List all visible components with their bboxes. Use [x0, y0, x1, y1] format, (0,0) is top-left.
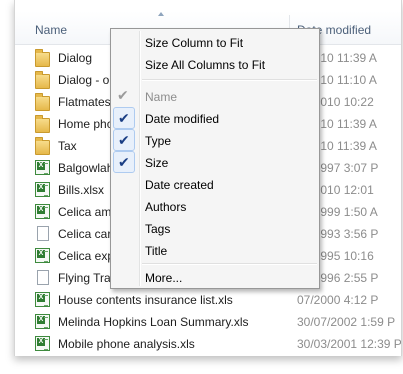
excel-file-icon: X: [35, 248, 50, 263]
file-row[interactable]: X Mobile phone analysis.xls 30/03/2001 12:…: [15, 333, 401, 355]
menu-item-column-title[interactable]: Title: [111, 239, 319, 261]
excel-file-icon: X: [35, 336, 50, 351]
excel-file-icon: X: [35, 314, 50, 329]
menu-item-column-name: ✔ Name: [111, 85, 319, 107]
excel-file-icon: X: [35, 292, 50, 307]
menu-item-column-type[interactable]: ✔ Type: [111, 129, 319, 151]
file-date-modified: 07/2000 4:12 P: [297, 293, 379, 307]
menu-item-label: Title: [145, 244, 168, 258]
file-row[interactable]: X House contents insurance list.xls 07/200…: [15, 289, 401, 311]
checkmark-icon: ✔: [113, 151, 135, 173]
menu-item-size-column-to-fit[interactable]: Size Column to Fit: [111, 31, 319, 53]
checkmark-icon: ✔: [113, 129, 135, 151]
menu-item-label: Date modified: [145, 112, 220, 126]
file-name: Melinda Hopkins Loan Summary.xls: [58, 315, 249, 329]
file-date-modified: 30/03/2001 12:39 P: [297, 337, 402, 351]
file-date-modified: 30/07/2002 1:59 P: [297, 315, 396, 329]
checkmark-icon: ✔: [117, 87, 129, 103]
menu-item-column-date-modified[interactable]: ✔ Date modified: [111, 107, 319, 129]
file-name: House contents insurance list.xls: [58, 293, 233, 307]
menu-item-column-date-created[interactable]: Date created: [111, 173, 319, 195]
menu-item-label: Authors: [145, 200, 187, 214]
folder-icon: [35, 115, 50, 133]
menu-item-label: Size: [145, 156, 169, 170]
excel-file-icon: X: [35, 160, 50, 175]
file-name: Dialog: [58, 51, 93, 65]
sort-ascending-icon: [158, 12, 164, 16]
file-name: Flatmates,: [58, 95, 115, 109]
folder-icon: [35, 71, 50, 89]
excel-file-icon: X: [35, 204, 50, 219]
file-name: Dialog - o: [58, 73, 110, 87]
file-name: Flying Tra: [58, 271, 111, 285]
menu-separator: [142, 263, 317, 265]
folder-icon: [35, 137, 50, 155]
column-context-menu: Size Column to Fit Size All Columns to F…: [110, 28, 320, 289]
file-row[interactable]: X Melinda Hopkins Loan Summary.xls 30/07/2…: [15, 311, 401, 333]
excel-file-icon: X: [35, 182, 50, 197]
file-name: Home phc: [58, 117, 113, 131]
menu-separator: [142, 79, 317, 81]
menu-item-more[interactable]: More...: [111, 266, 319, 288]
menu-item-column-authors[interactable]: Authors: [111, 195, 319, 217]
menu-item-label: Size All Columns to Fit: [145, 58, 266, 72]
checkmark-icon: ✔: [113, 107, 135, 129]
file-name: Mobile phone analysis.xls: [58, 337, 195, 351]
file-name: Balgowlah: [58, 161, 114, 175]
menu-item-label: Date created: [145, 178, 214, 192]
menu-item-label: Size Column to Fit: [145, 36, 244, 50]
folder-icon: [35, 93, 50, 111]
file-row[interactable]: XPhil periodic payment.xls14/04/2001 3:2…: [15, 355, 401, 356]
menu-item-column-size[interactable]: ✔ Size: [111, 151, 319, 173]
document-icon: [37, 270, 49, 285]
file-name: Tax: [58, 139, 77, 153]
document-icon: [37, 226, 49, 241]
menu-item-label: Tags: [145, 222, 171, 236]
folder-icon: [35, 49, 50, 67]
menu-item-label: More...: [145, 271, 183, 285]
menu-item-size-all-columns-to-fit[interactable]: Size All Columns to Fit: [111, 53, 319, 75]
file-name: Bills.xlsx: [58, 183, 105, 197]
menu-item-label: Type: [145, 134, 172, 148]
menu-item-column-tags[interactable]: Tags: [111, 217, 319, 239]
menu-item-label: Name: [145, 90, 178, 104]
file-name: Celica car: [58, 227, 112, 241]
file-name: Celica exp: [58, 249, 115, 263]
column-header-name[interactable]: Name: [35, 23, 67, 37]
file-name: Celica am: [58, 205, 112, 219]
